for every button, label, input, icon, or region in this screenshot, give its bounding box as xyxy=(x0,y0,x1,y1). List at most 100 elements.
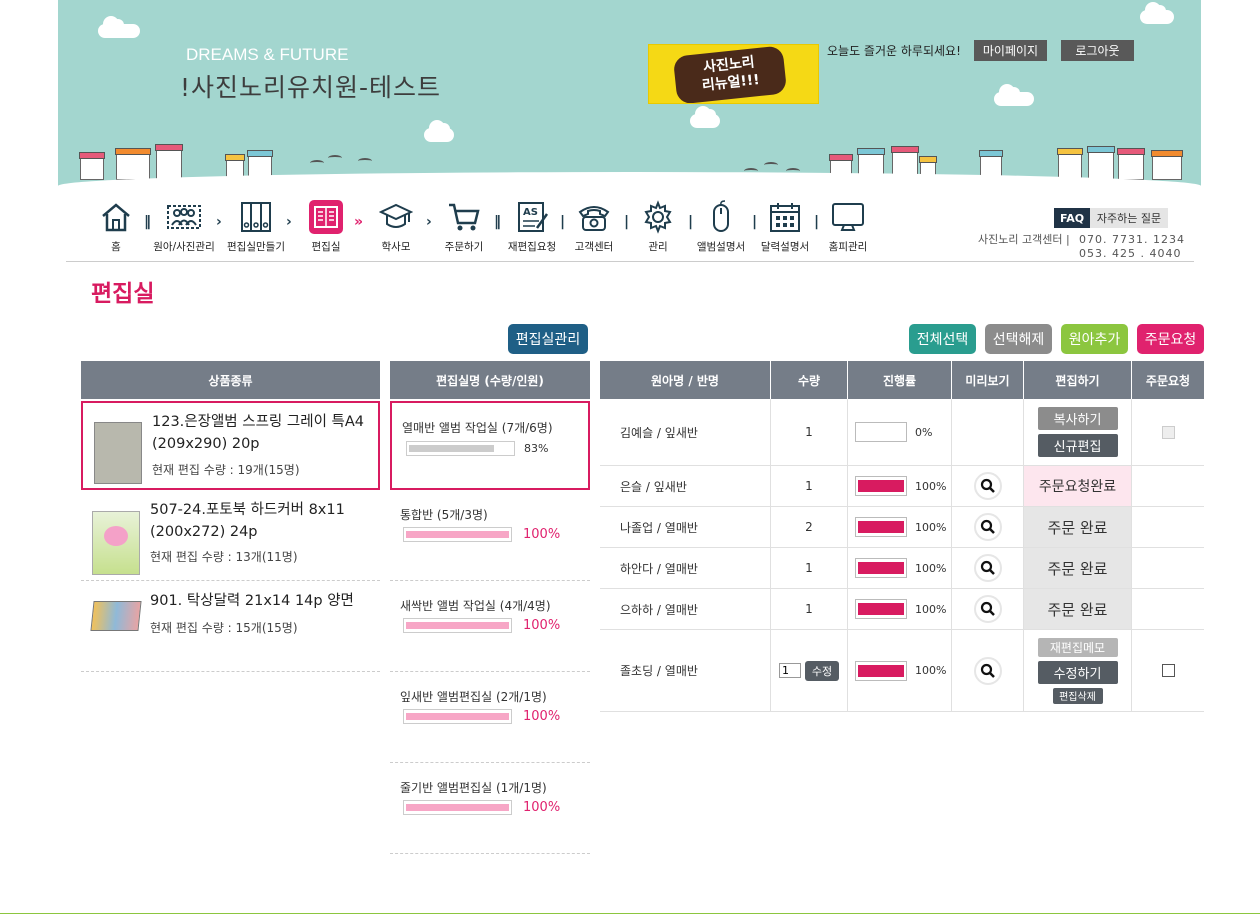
cloud-decoration xyxy=(98,16,140,38)
graduation-cap-icon xyxy=(379,203,413,228)
col-header-progress: 진행률 xyxy=(848,361,952,399)
as-edit-icon: AS xyxy=(518,202,549,232)
nav-separator: | xyxy=(624,214,630,230)
nav-item-album-guide[interactable]: 앨범설명서 xyxy=(696,200,746,254)
nav-separator: › xyxy=(426,214,432,230)
delete-edit-button[interactable]: 편집삭제 xyxy=(1052,687,1103,704)
faq-link[interactable]: FAQ 자주하는 질문 xyxy=(1054,208,1168,228)
room-name: 열매반 앨범 작업실 (7개/6명) xyxy=(402,421,553,435)
preview-cell xyxy=(952,630,1024,711)
preview-button[interactable] xyxy=(973,656,1002,685)
nav-item-graduation[interactable]: 학사모 xyxy=(376,200,416,254)
preview-button[interactable] xyxy=(973,513,1002,541)
album-thumbnail xyxy=(94,422,142,484)
modify-button[interactable]: 수정하기 xyxy=(1037,660,1118,684)
nav-item-reedit-request[interactable]: AS 재편집요청 xyxy=(506,200,558,254)
nav-label: 앨범설명서 xyxy=(696,241,746,253)
room-progress-text: 100% xyxy=(523,527,561,542)
order-status: 주문요청완료 xyxy=(1024,466,1132,506)
new-edit-button[interactable]: 신규편집 xyxy=(1037,434,1118,457)
room-item[interactable]: 새싹반 앨범 작업실 (4개/4명) 100% xyxy=(390,582,590,672)
nav-item-calendar-guide[interactable]: 달력설명서 xyxy=(760,200,810,254)
order-checkbox[interactable] xyxy=(1161,664,1175,677)
product-count: 현재 편집 수량 : 15개(15명) xyxy=(150,621,298,635)
manage-rooms-button[interactable]: 편집실관리 xyxy=(508,324,588,354)
select-all-button[interactable]: 전체선택 xyxy=(909,324,976,354)
page-title: 편집실 xyxy=(91,281,155,307)
nav-item-customer-center[interactable]: 고객센터 xyxy=(570,200,618,254)
magnifier-icon xyxy=(980,478,995,493)
preview-button[interactable] xyxy=(973,472,1002,500)
progress-cell: 100% xyxy=(848,548,952,588)
magnifier-icon xyxy=(980,519,995,534)
copy-button[interactable]: 복사하기 xyxy=(1037,407,1118,430)
room-progress-bar xyxy=(403,800,512,815)
add-child-button[interactable]: 원아추가 xyxy=(1061,324,1128,354)
nav-item-homepage-admin[interactable]: 홈피관리 xyxy=(826,200,870,254)
preview-cell xyxy=(952,589,1024,629)
nav-label: 고객센터 xyxy=(574,241,614,253)
child-qty: 1 xyxy=(771,399,848,465)
products-header: 상품종류 xyxy=(81,361,380,399)
house-decoration xyxy=(79,152,105,180)
nav-item-home[interactable]: 홈 xyxy=(96,200,136,254)
order-cell xyxy=(1132,466,1204,506)
mypage-button[interactable]: 마이페이지 xyxy=(974,40,1047,61)
room-progress-text: 100% xyxy=(523,618,561,633)
order-request-button[interactable]: 주문요청 xyxy=(1137,324,1204,354)
table-row: 으하하 / 열매반 1 100% 주문 완료 xyxy=(600,589,1204,630)
nav-label: 편집실 xyxy=(311,241,341,253)
child-name: 졸초딩 / 열매반 xyxy=(600,630,771,711)
room-item[interactable]: 통합반 (5개/3명) 100% xyxy=(390,491,590,581)
room-name: 새싹반 앨범 작업실 (4개/4명) xyxy=(400,599,551,613)
progress-cell: 100% xyxy=(848,630,952,711)
nav-label: 관리 xyxy=(648,241,668,253)
phone-number-1: 070. 7731. 1234 xyxy=(1079,233,1185,246)
nav-item-order[interactable]: 주문하기 xyxy=(442,200,486,254)
product-item[interactable]: 123.은장앨범 스프링 그레이 특A4 (209x290) 20p 현재 편집… xyxy=(81,401,380,490)
reedit-memo-button[interactable]: 재편집메모 xyxy=(1037,637,1118,657)
nav-item-children-photos[interactable]: 원아/사진관리 xyxy=(152,200,216,254)
nav-label: 원아/사진관리 xyxy=(153,241,215,253)
table-row: 하안다 / 열매반 1 100% 주문 완료 xyxy=(600,548,1204,589)
preview-button[interactable] xyxy=(973,595,1002,623)
table-row: 졸초딩 / 열매반 수정 100% 재편집메모 수정하기 편집삭제 xyxy=(600,630,1204,712)
order-cell xyxy=(1132,399,1204,465)
nav-separator: | xyxy=(752,214,758,230)
room-progress-text: 100% xyxy=(523,800,561,815)
child-progress-fill xyxy=(858,603,904,615)
room-name: 줄기반 앨범편집실 (1개/1명) xyxy=(400,781,547,795)
order-cell xyxy=(1132,548,1204,588)
logout-button[interactable]: 로그아웃 xyxy=(1061,40,1134,61)
binders-icon xyxy=(241,202,271,232)
nav-separator: » xyxy=(354,214,364,230)
room-item[interactable]: 열매반 앨범 작업실 (7개/6명) 83% xyxy=(390,401,590,490)
greeting-text: 오늘도 즐거운 하루되세요! xyxy=(827,44,961,58)
room-item[interactable]: 잎새반 앨범편집실 (2개/1명) 100% xyxy=(390,673,590,763)
cloud-decoration xyxy=(994,84,1034,106)
nav-item-create-room[interactable]: 편집실만들기 xyxy=(227,200,285,254)
nav-label: 달력설명서 xyxy=(760,241,810,253)
product-item[interactable]: 507-24.포토북 하드커버 8x11 (200x272) 24p 현재 편집… xyxy=(81,491,380,581)
nav-item-admin[interactable]: 관리 xyxy=(638,200,678,254)
child-progress-bar xyxy=(855,660,907,681)
qty-modify-button[interactable]: 수정 xyxy=(805,660,839,681)
nav-item-edit-room[interactable]: 편집실 xyxy=(300,200,352,254)
order-status: 주문 완료 xyxy=(1024,507,1132,547)
renewal-banner[interactable]: 사진노리 리뉴얼!!! xyxy=(648,44,819,104)
brand-title[interactable]: !사진노리유치원-테스트 xyxy=(180,68,441,104)
room-item[interactable]: 줄기반 앨범편집실 (1개/1명) 100% xyxy=(390,764,590,854)
room-progress-fill xyxy=(409,445,495,452)
child-name: 으하하 / 열매반 xyxy=(600,589,771,629)
preview-button[interactable] xyxy=(973,554,1002,582)
product-count: 현재 편집 수량 : 13개(11명) xyxy=(150,550,298,564)
room-progress-bar xyxy=(403,527,512,542)
qty-input[interactable] xyxy=(779,663,801,678)
deselect-button[interactable]: 선택해제 xyxy=(985,324,1052,354)
house-decoration xyxy=(115,148,151,180)
product-item[interactable]: 901. 탁상달력 21x14 14p 양면 현재 편집 수량 : 15개(15… xyxy=(81,582,380,672)
product-name: 123.은장앨범 스프링 그레이 특A4 (209x290) 20p xyxy=(152,414,364,452)
brand-subtitle: DREAMS & FUTURE xyxy=(186,45,349,64)
gear-icon xyxy=(644,200,672,234)
child-progress-bar xyxy=(855,558,907,578)
